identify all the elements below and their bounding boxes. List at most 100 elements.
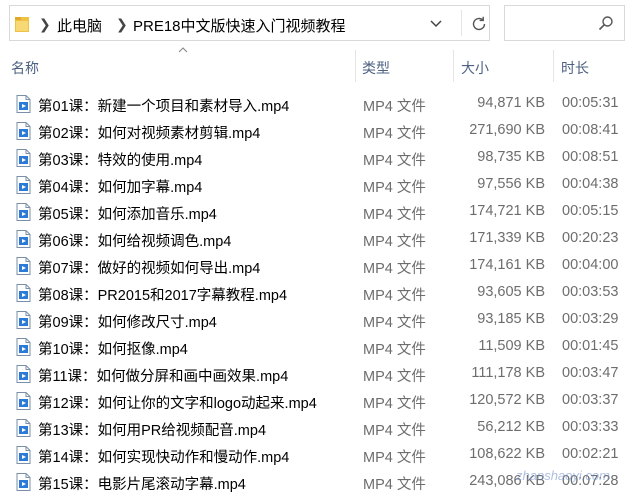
mp4-file-icon xyxy=(16,230,31,248)
search-icon[interactable] xyxy=(598,15,614,31)
file-type: MP4 文件 xyxy=(363,207,426,223)
sort-ascending-icon xyxy=(178,47,188,53)
file-name: 第15课：电影片尾滚动字幕.mp4 xyxy=(38,477,246,493)
breadcrumb-current-folder[interactable]: PRE18中文版快速入门视频教程 xyxy=(133,15,346,36)
file-type: MP4 文件 xyxy=(363,153,426,169)
file-type: MP4 文件 xyxy=(363,450,426,466)
file-size: 171,339 KB xyxy=(469,230,545,246)
file-duration: 00:04:00 xyxy=(562,257,619,273)
breadcrumb-separator-icon[interactable]: ❯ xyxy=(39,16,51,33)
file-name: 第05课：如何添加音乐.mp4 xyxy=(38,207,217,223)
chevron-down-icon[interactable] xyxy=(428,14,444,32)
file-size: 93,185 KB xyxy=(477,311,545,327)
column-header-size[interactable]: 大小 xyxy=(461,58,489,78)
file-size: 56,212 KB xyxy=(477,419,545,435)
file-type: MP4 文件 xyxy=(363,423,426,439)
file-row[interactable]: 第04课：如何加字幕.mp4 MP4 文件 97,556 KB 00:04:38 xyxy=(0,172,633,199)
search-box[interactable] xyxy=(504,5,625,41)
file-row[interactable]: 第10课：如何抠像.mp4 MP4 文件 11,509 KB 00:01:45 xyxy=(0,334,633,361)
file-duration: 00:08:41 xyxy=(562,122,619,138)
file-size: 11,509 KB xyxy=(478,338,545,354)
file-size: 98,735 KB xyxy=(477,149,545,165)
mp4-file-icon xyxy=(16,473,31,491)
file-type: MP4 文件 xyxy=(363,261,426,277)
file-size: 111,178 KB xyxy=(471,365,545,381)
file-row[interactable]: 第08课：PR2015和2017字幕教程.mp4 MP4 文件 93,605 KB 0… xyxy=(0,280,633,307)
address-bar[interactable]: ❯ 此电脑 ❯ PRE18中文版快速入门视频教程 xyxy=(9,5,490,41)
file-row[interactable]: 第05课：如何添加音乐.mp4 MP4 文件 174,721 KB 00:05:15 xyxy=(0,199,633,226)
mp4-file-icon xyxy=(16,419,31,437)
file-size: 94,871 KB xyxy=(477,95,545,111)
mp4-file-icon xyxy=(16,338,31,356)
file-name: 第07课：做好的视频如何导出.mp4 xyxy=(38,261,261,277)
watermark: zhanshaoyi.com xyxy=(516,468,610,483)
file-row[interactable]: 第07课：做好的视频如何导出.mp4 MP4 文件 174,161 KB 00:04:… xyxy=(0,253,633,280)
file-name: 第04课：如何加字幕.mp4 xyxy=(38,180,203,196)
file-row[interactable]: 第12课：如何让你的文字和logo动起来.mp4 MP4 文件 120,572 KB… xyxy=(0,388,633,415)
column-header-name[interactable]: 名称 xyxy=(11,58,39,78)
address-divider xyxy=(461,10,462,36)
file-name: 第02课：如何对视频素材剪辑.mp4 xyxy=(38,126,261,142)
file-size: 108,622 KB xyxy=(469,446,545,462)
file-duration: 00:03:33 xyxy=(562,419,619,435)
file-name: 第01课：新建一个项目和素材导入.mp4 xyxy=(38,99,290,115)
file-size: 174,161 KB xyxy=(469,257,545,273)
file-size: 271,690 KB xyxy=(469,122,545,138)
column-divider[interactable] xyxy=(355,50,356,82)
mp4-file-icon xyxy=(16,95,31,113)
mp4-file-icon xyxy=(16,176,31,194)
mp4-file-icon xyxy=(16,122,31,140)
file-name: 第12课：如何让你的文字和logo动起来.mp4 xyxy=(38,396,317,412)
file-type: MP4 文件 xyxy=(363,288,426,304)
column-divider[interactable] xyxy=(553,50,554,82)
mp4-file-icon xyxy=(16,203,31,221)
file-row[interactable]: 第11课：如何做分屏和画中画效果.mp4 MP4 文件 111,178 KB 00:0… xyxy=(0,361,633,388)
file-name: 第14课：如何实现快动作和慢动作.mp4 xyxy=(38,450,290,466)
column-header-duration[interactable]: 时长 xyxy=(561,58,589,78)
file-type: MP4 文件 xyxy=(363,315,426,331)
file-type: MP4 文件 xyxy=(363,342,426,358)
file-duration: 00:05:15 xyxy=(562,203,619,219)
column-header-type[interactable]: 类型 xyxy=(362,58,390,78)
file-row[interactable]: 第14课：如何实现快动作和慢动作.mp4 MP4 文件 108,622 KB 00:0… xyxy=(0,442,633,469)
mp4-file-icon xyxy=(16,446,31,464)
file-type: MP4 文件 xyxy=(363,180,426,196)
file-name: 第11课：如何做分屏和画中画效果.mp4 xyxy=(38,369,289,385)
file-type: MP4 文件 xyxy=(363,126,426,142)
file-row[interactable]: 第01课：新建一个项目和素材导入.mp4 MP4 文件 94,871 KB 00:05… xyxy=(0,91,633,118)
file-row[interactable]: 第02课：如何对视频素材剪辑.mp4 MP4 文件 271,690 KB 00:08:… xyxy=(0,118,633,145)
file-row[interactable]: 第06课：如何给视频调色.mp4 MP4 文件 171,339 KB 00:20:23 xyxy=(0,226,633,253)
file-size: 120,572 KB xyxy=(469,392,545,408)
file-size: 93,605 KB xyxy=(477,284,545,300)
file-type: MP4 文件 xyxy=(363,369,426,385)
folder-icon xyxy=(15,17,29,32)
file-row[interactable]: 第03课：特效的使用.mp4 MP4 文件 98,735 KB 00:08:51 xyxy=(0,145,633,172)
file-duration: 00:20:23 xyxy=(562,230,619,246)
file-duration: 00:03:47 xyxy=(562,365,619,381)
file-duration: 00:05:31 xyxy=(562,95,619,111)
file-name: 第10课：如何抠像.mp4 xyxy=(38,342,188,358)
file-duration: 00:02:21 xyxy=(562,446,619,462)
file-duration: 00:08:51 xyxy=(562,149,619,165)
column-divider[interactable] xyxy=(453,50,454,82)
mp4-file-icon xyxy=(16,311,31,329)
mp4-file-icon xyxy=(16,284,31,302)
file-duration: 00:03:53 xyxy=(562,284,619,300)
file-name: 第06课：如何给视频调色.mp4 xyxy=(38,234,232,250)
file-type: MP4 文件 xyxy=(363,477,426,493)
file-row[interactable]: 第13课：如何用PR给视频配音.mp4 MP4 文件 56,212 KB 00:03:… xyxy=(0,415,633,442)
file-row[interactable]: 第09课：如何修改尺寸.mp4 MP4 文件 93,185 KB 00:03:29 xyxy=(0,307,633,334)
breadcrumb-this-pc[interactable]: 此电脑 xyxy=(57,15,102,36)
refresh-icon[interactable] xyxy=(470,15,488,33)
file-name: 第09课：如何修改尺寸.mp4 xyxy=(38,315,217,331)
file-name: 第03课：特效的使用.mp4 xyxy=(38,153,203,169)
file-duration: 00:03:37 xyxy=(562,392,619,408)
file-duration: 00:01:45 xyxy=(562,338,619,354)
breadcrumb-separator-icon[interactable]: ❯ xyxy=(116,16,128,33)
mp4-file-icon xyxy=(16,149,31,167)
mp4-file-icon xyxy=(16,392,31,410)
file-duration: 00:03:29 xyxy=(562,311,619,327)
file-name: 第13课：如何用PR给视频配音.mp4 xyxy=(38,423,267,439)
mp4-file-icon xyxy=(16,257,31,275)
file-name: 第08课：PR2015和2017字幕教程.mp4 xyxy=(38,288,288,304)
